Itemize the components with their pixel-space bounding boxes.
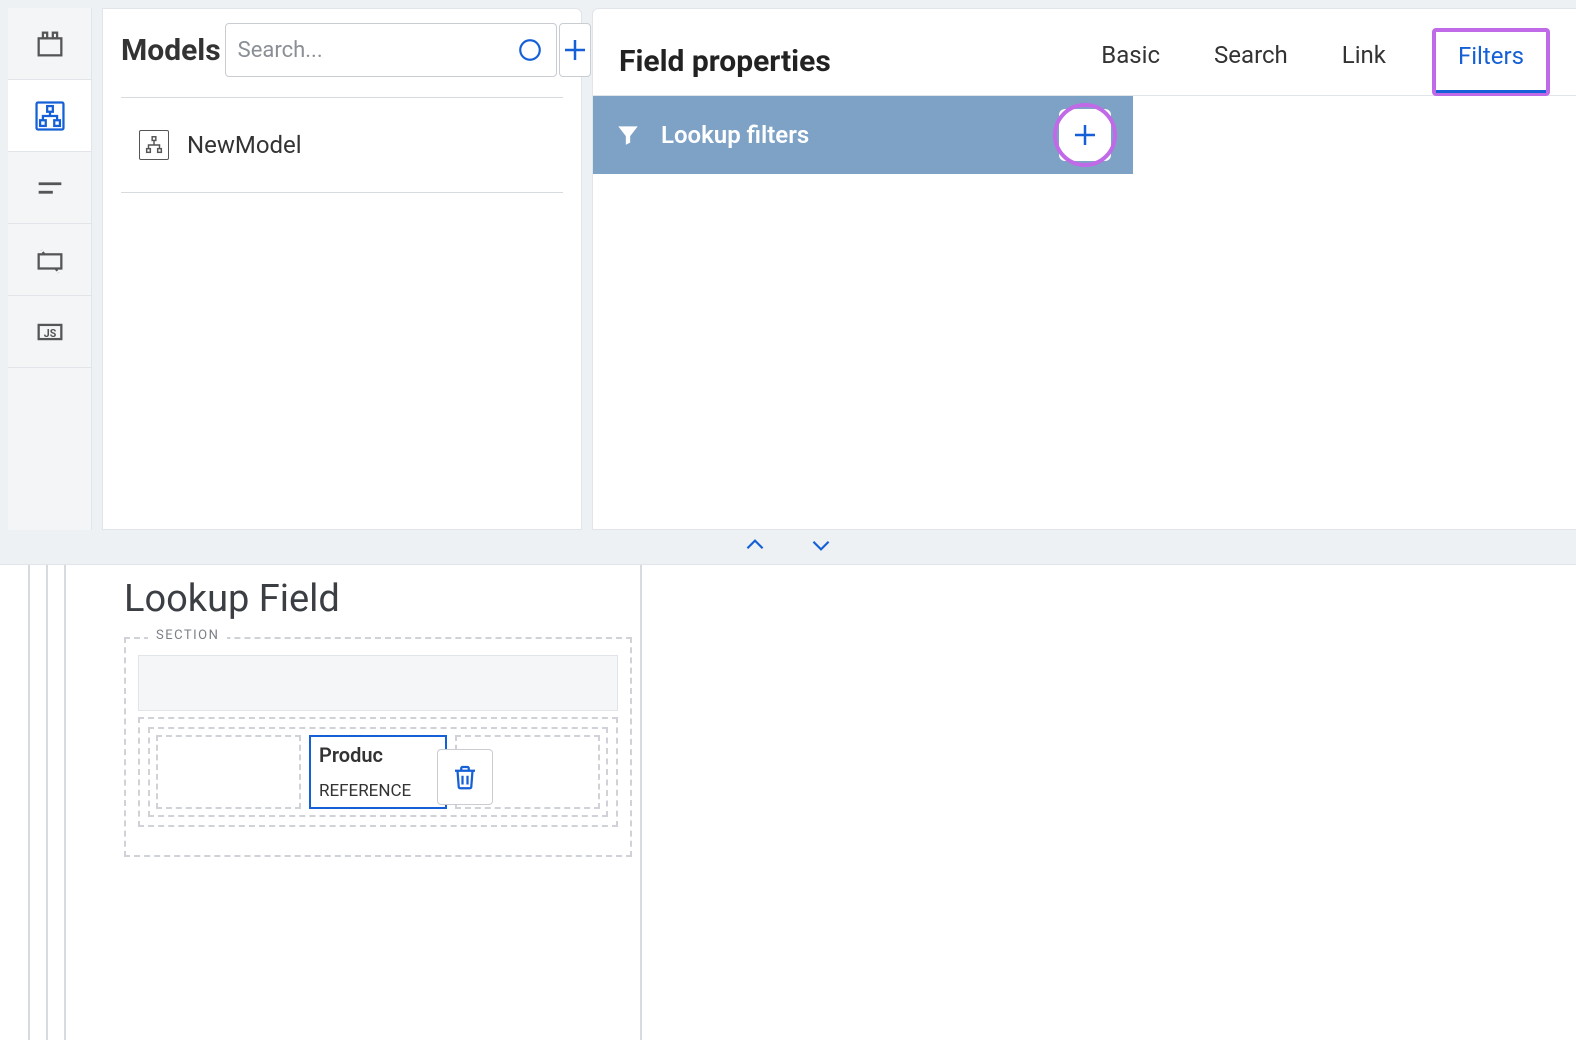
- rail-interaction-button[interactable]: [8, 224, 91, 296]
- lookup-filters-label: Lookup filters: [661, 121, 809, 149]
- search-clear-icon[interactable]: [516, 36, 544, 64]
- chevron-up-icon[interactable]: [742, 532, 768, 558]
- section-header-placeholder[interactable]: [138, 655, 618, 711]
- search-input[interactable]: [238, 38, 516, 63]
- section-label: SECTION: [148, 628, 227, 643]
- panel-collapse-controls: [0, 530, 1576, 560]
- rail-models-button[interactable]: [8, 80, 91, 152]
- tab-filters[interactable]: Filters: [1432, 28, 1550, 96]
- rail-js-button[interactable]: JS: [8, 296, 91, 368]
- add-model-button[interactable]: [559, 23, 591, 77]
- page-title: Lookup Field: [124, 577, 632, 621]
- field-chip-type: REFERENCE: [319, 781, 437, 801]
- rail-components-button[interactable]: [8, 8, 91, 80]
- field-chip-label: Produc: [319, 743, 437, 767]
- field-row[interactable]: Produc REFERENCE: [148, 727, 608, 817]
- chevron-down-icon[interactable]: [808, 532, 834, 558]
- trash-icon: [450, 762, 480, 792]
- field-properties-panel: Field properties Basic Search Link Filte…: [592, 8, 1576, 530]
- rail-menu-button[interactable]: [8, 152, 91, 224]
- add-lookup-filter-button[interactable]: [1059, 109, 1111, 161]
- models-title: Models: [121, 33, 221, 68]
- tab-basic[interactable]: Basic: [1093, 27, 1168, 95]
- models-panel: Models: [102, 8, 582, 530]
- tab-search[interactable]: Search: [1206, 27, 1296, 95]
- field-slot[interactable]: [156, 735, 301, 809]
- delete-field-button[interactable]: [437, 749, 493, 805]
- model-name-label: NewModel: [187, 131, 302, 159]
- left-icon-rail: JS: [8, 8, 92, 530]
- models-search-box[interactable]: [225, 23, 557, 77]
- section-container[interactable]: SECTION Produc REFERENCE: [124, 637, 632, 857]
- tab-link[interactable]: Link: [1334, 27, 1394, 95]
- design-canvas: Lookup Field SECTION Produc REFERENCE: [0, 564, 1576, 1040]
- field-product-chip[interactable]: Produc REFERENCE: [309, 735, 447, 809]
- funnel-icon: [615, 122, 641, 148]
- svg-text:JS: JS: [43, 326, 56, 339]
- model-icon: [139, 130, 169, 160]
- model-row[interactable]: NewModel: [121, 124, 563, 193]
- field-properties-title: Field properties: [619, 44, 831, 79]
- lookup-filters-bar: Lookup filters: [593, 96, 1133, 174]
